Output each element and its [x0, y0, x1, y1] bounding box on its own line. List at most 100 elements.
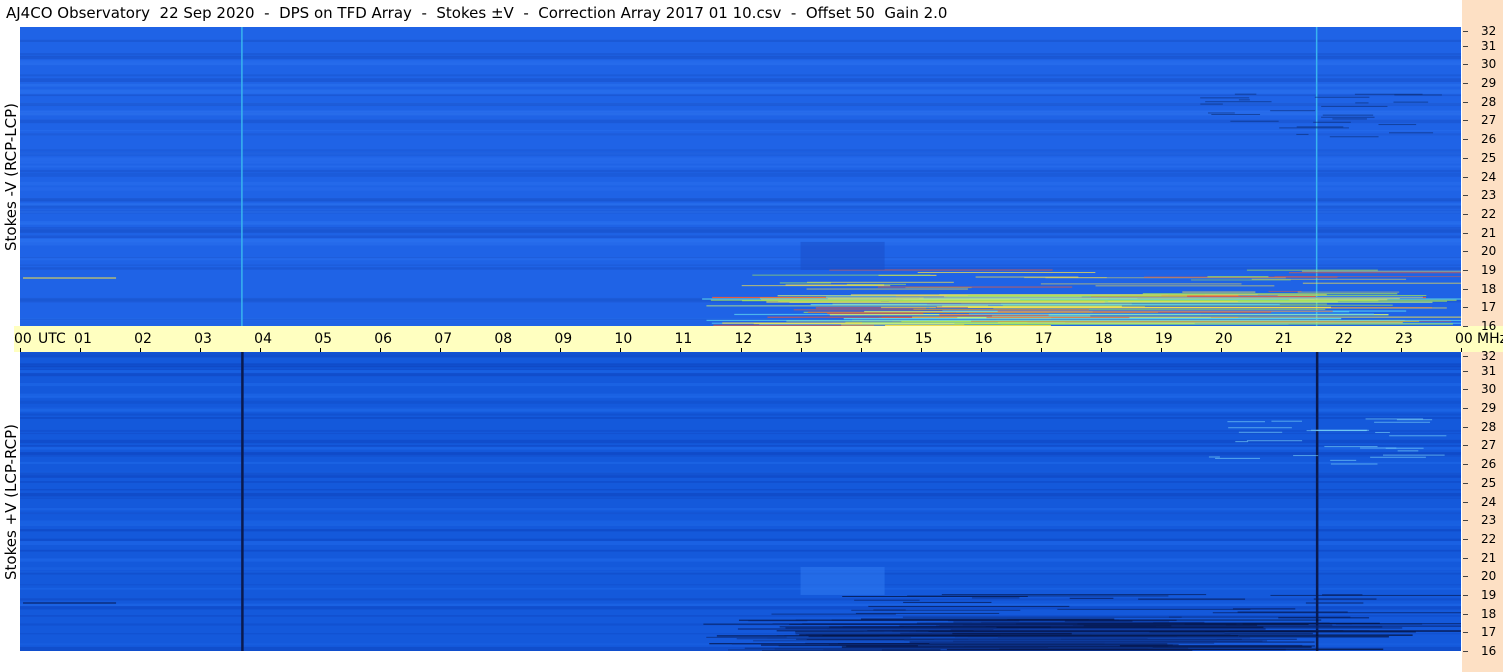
- emission-streak: [1191, 279, 1291, 281]
- freq-tick-label: 25: [1481, 475, 1497, 490]
- freq-tick-label: 19: [1481, 587, 1497, 602]
- frequency-band: [20, 210, 1461, 214]
- freq-tick-label: 21: [1481, 550, 1497, 565]
- frequency-band: [20, 520, 1461, 523]
- speckle-streak: [1393, 101, 1429, 103]
- freq-tick-mark: [1463, 64, 1468, 66]
- freq-tick-label: 25: [1481, 150, 1497, 165]
- emission-streak: [1299, 623, 1461, 625]
- freq-tick-mark: [1463, 288, 1468, 290]
- speckle-streak: [1321, 116, 1375, 118]
- frequency-band: [20, 393, 1461, 398]
- speckle-streak: [1330, 459, 1357, 461]
- frequency-band: [20, 102, 1461, 107]
- emission-streak: [779, 626, 953, 628]
- freq-tick-label: 16: [1481, 319, 1497, 333]
- speckle-streak: [1234, 93, 1257, 95]
- frequency-band: [20, 354, 1461, 358]
- frequency-band: [20, 83, 1461, 87]
- freq-tick-label: 20: [1481, 569, 1497, 584]
- frequency-band: [20, 492, 1461, 497]
- emission-streak: [752, 274, 931, 276]
- speckle-streak: [1279, 127, 1349, 129]
- emission-streak: [23, 602, 117, 604]
- speckle-streak: [1208, 112, 1235, 114]
- emission-streak: [827, 312, 924, 315]
- frequency-band: [20, 203, 1461, 206]
- frequency-band: [20, 257, 1461, 259]
- emission-streak: [1108, 300, 1238, 302]
- frequency-band: [20, 572, 1461, 575]
- time-tick-label: 17: [1034, 331, 1053, 347]
- frequency-band: [20, 559, 1461, 562]
- freq-tick-label: 19: [1481, 262, 1497, 277]
- freq-tick-mark: [1463, 195, 1468, 197]
- emission-streak: [1301, 270, 1461, 272]
- speckle-streak: [1324, 446, 1378, 448]
- frequency-band: [20, 587, 1461, 590]
- speckle-streak: [1293, 455, 1319, 457]
- emission-streak: [916, 630, 1370, 632]
- frequency-band: [20, 541, 1461, 546]
- freq-tick-mark: [1463, 426, 1468, 428]
- emission-streak: [1083, 625, 1172, 627]
- freq-tick-label: 18: [1481, 606, 1497, 621]
- speckle-streak: [1235, 441, 1249, 443]
- speckle-streak: [1375, 431, 1390, 433]
- emission-streak: [997, 637, 1251, 639]
- speckle-streak: [1378, 124, 1417, 126]
- speckle-streak: [1208, 456, 1220, 458]
- freq-tick-mark: [1463, 632, 1468, 634]
- frequency-band: [20, 455, 1461, 457]
- frequency-band: [20, 181, 1461, 186]
- emission-streak: [1134, 626, 1383, 628]
- frequency-band: [20, 78, 1461, 82]
- speckle-streak: [1200, 97, 1250, 99]
- time-tick-mark: [1461, 348, 1462, 352]
- time-tick-label: 10: [614, 331, 633, 347]
- emission-streak: [854, 599, 920, 601]
- speckle-streak: [1322, 114, 1374, 116]
- time-tick-label: 21: [1274, 331, 1293, 347]
- frequency-band: [20, 567, 1461, 571]
- emission-streak: [806, 288, 968, 290]
- emission-streak: [993, 307, 1447, 309]
- freq-unit-label: MHz: [1477, 331, 1503, 347]
- freq-tick-mark: [1463, 501, 1468, 503]
- emission-streak: [793, 309, 1089, 311]
- speckle-streak: [1230, 120, 1279, 122]
- emission-streak: [902, 616, 1182, 618]
- freq-tick-label: 22: [1481, 206, 1497, 221]
- emission-streak: [1069, 597, 1114, 599]
- emission-streak: [967, 295, 1162, 297]
- emission-streak: [706, 319, 1461, 322]
- frequency-band: [20, 199, 1461, 202]
- frequency-band: [20, 227, 1461, 231]
- bottom-spectrogram-plot: [20, 352, 1461, 651]
- speckle-streak: [1271, 420, 1302, 422]
- speckle-streak: [1397, 450, 1419, 452]
- emission-streak: [948, 620, 1020, 622]
- freq-tick-mark: [1463, 594, 1468, 596]
- speckle-streak: [1228, 427, 1292, 429]
- speckle-streak: [1370, 456, 1426, 458]
- freq-tick-mark: [1463, 613, 1468, 615]
- frequency-band: [20, 172, 1461, 177]
- emission-streak: [1270, 594, 1461, 596]
- frequency-band: [20, 130, 1461, 132]
- speckle-streak: [1306, 430, 1367, 432]
- emission-streak: [722, 322, 862, 324]
- emission-streak: [1268, 290, 1302, 292]
- speckle-streak: [1296, 133, 1309, 135]
- emission-streak: [827, 628, 1019, 630]
- emission-streak: [929, 642, 1215, 644]
- time-tick-label: 02: [134, 331, 152, 347]
- frequency-band: [20, 488, 1461, 491]
- freq-tick-label: 30: [1481, 57, 1497, 72]
- freq-tick-mark: [1463, 576, 1468, 578]
- time-axis: 00 01 02 03 04 05 06 07 08 09 10 11 12 13 14 15 16 17 18 19…: [14, 326, 1503, 352]
- freq-tick-mark: [1463, 101, 1468, 103]
- emission-streak: [917, 645, 1120, 647]
- frequency-band: [20, 39, 1461, 42]
- emission-streak: [971, 597, 1020, 599]
